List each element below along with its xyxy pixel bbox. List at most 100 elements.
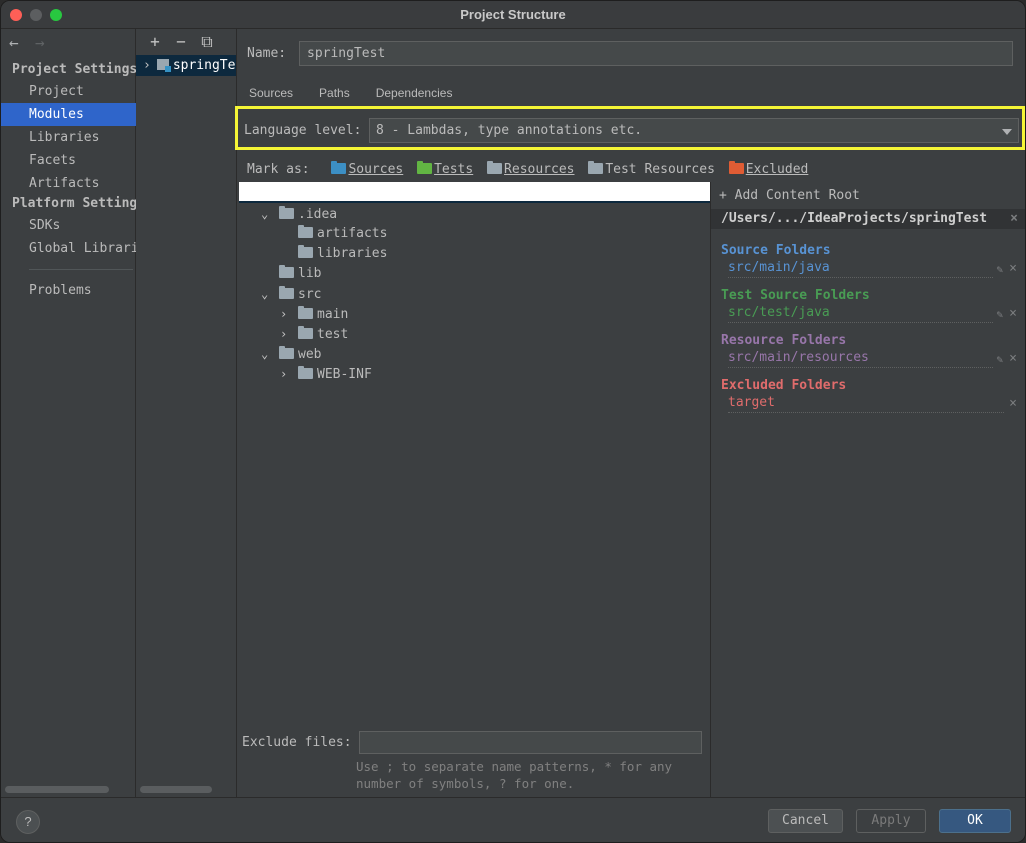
cancel-button[interactable]: Cancel xyxy=(768,809,843,833)
module-settings-panel: Name: springTest Sources Paths Dependencie… xyxy=(235,29,1025,797)
tree-node-web[interactable]: ⌄ web xyxy=(261,344,321,364)
nav-item-project[interactable]: Project xyxy=(1,80,136,103)
nav-arrows: ← → xyxy=(9,33,61,52)
edit-pencil-icon[interactable]: ✎ xyxy=(996,308,1003,321)
settings-navigation: ← → Project Settings Project Modules Libr… xyxy=(1,29,145,797)
chevron-down-icon[interactable]: ⌄ xyxy=(261,284,279,304)
folder-icon xyxy=(298,366,313,379)
test-source-folder-path: src/test/java xyxy=(728,305,993,323)
window-title: Project Structure xyxy=(460,7,566,22)
back-arrow-icon[interactable]: ← xyxy=(9,33,35,52)
folder-icon xyxy=(279,206,294,219)
sources-folder-icon xyxy=(331,161,347,174)
forward-arrow-icon[interactable]: → xyxy=(35,33,61,52)
chevron-right-icon[interactable]: › xyxy=(143,58,151,73)
chevron-down-icon[interactable]: ⌄ xyxy=(261,344,279,364)
remove-folder-icon[interactable]: × xyxy=(1009,351,1017,366)
mark-tests-button[interactable]: Tests xyxy=(417,161,473,177)
tree-root-row[interactable] xyxy=(239,182,710,203)
tree-node-web-inf[interactable]: › WEB-INF xyxy=(280,364,372,384)
module-item-label: springTest xyxy=(172,58,236,73)
remove-folder-icon[interactable]: × xyxy=(1009,396,1017,411)
tree-node-test[interactable]: › test xyxy=(280,324,348,344)
source-folder-path: src/main/java xyxy=(728,260,993,278)
chevron-right-icon[interactable]: › xyxy=(280,364,298,384)
folder-icon xyxy=(279,286,294,299)
source-folders-title: Source Folders xyxy=(721,243,831,258)
test-source-folders-title: Test Source Folders xyxy=(721,288,870,303)
tree-node-main[interactable]: › main xyxy=(280,304,348,324)
apply-button[interactable]: Apply xyxy=(856,809,926,833)
add-icon[interactable]: + xyxy=(142,32,168,51)
project-settings-header: Project Settings xyxy=(12,62,138,77)
chevron-down-icon[interactable]: ⌄ xyxy=(261,204,279,224)
tree-node-src[interactable]: ⌄ src xyxy=(261,284,321,304)
folder-icon xyxy=(279,346,294,359)
tests-folder-icon xyxy=(417,161,433,174)
content-root-path: /Users/.../IdeaProjects/springTest × xyxy=(711,209,1025,229)
plus-icon: + xyxy=(719,188,735,203)
nav-item-modules[interactable]: Modules xyxy=(1,103,136,126)
project-structure-window: Project Structure ← → Project Settings Pr… xyxy=(0,0,1026,843)
folder-icon xyxy=(298,326,313,339)
remove-root-icon[interactable]: × xyxy=(1010,209,1018,229)
edit-pencil-icon[interactable]: ✎ xyxy=(996,353,1003,366)
chevron-right-icon[interactable]: › xyxy=(280,304,298,324)
module-icon xyxy=(156,59,171,72)
chevron-down-icon xyxy=(1002,129,1012,135)
platform-settings-header: Platform Settings xyxy=(12,196,146,211)
title-bar: Project Structure xyxy=(1,1,1025,29)
excluded-folders-title: Excluded Folders xyxy=(721,378,847,393)
exclude-files-hint: Use ; to separate name patterns, * for a… xyxy=(356,759,673,791)
folder-icon xyxy=(298,225,313,238)
ok-button[interactable]: OK xyxy=(939,809,1011,833)
content-roots-panel: + Add Content Root /Users/.../IdeaProjec… xyxy=(710,182,1025,797)
mark-resources-button[interactable]: Resources xyxy=(487,161,575,177)
module-list-panel: +−⧉ › springTest xyxy=(136,29,237,797)
mark-as-label: Mark as: xyxy=(247,162,310,177)
excluded-folder-icon xyxy=(728,161,744,174)
edit-pencil-icon[interactable]: ✎ xyxy=(996,263,1003,276)
nav-horizontal-scrollbar[interactable] xyxy=(5,786,109,793)
exclude-files-input[interactable] xyxy=(359,731,702,754)
dialog-button-bar: ? Cancel Apply OK xyxy=(1,797,1025,842)
mark-excluded-button[interactable]: Excluded xyxy=(728,161,808,177)
copy-icon[interactable]: ⧉ xyxy=(194,32,220,52)
mark-sources-button[interactable]: Sources xyxy=(331,161,403,177)
folder-icon xyxy=(298,245,313,258)
resource-folders-title: Resource Folders xyxy=(721,333,847,348)
mark-as-bar: Mark as: Sources Tests Resources Test Re… xyxy=(247,161,814,177)
add-content-root-button[interactable]: + Add Content Root xyxy=(719,188,860,203)
nav-item-sdks[interactable]: SDKs xyxy=(1,214,136,237)
module-toolbar: + − ⧉ xyxy=(142,32,220,52)
nav-item-libraries[interactable]: Libraries xyxy=(1,126,136,149)
help-icon[interactable]: ? xyxy=(16,810,40,834)
language-level-dropdown[interactable]: 8 - Lambdas, type annotations etc. xyxy=(369,118,1019,143)
module-name-input[interactable]: springTest xyxy=(299,41,1013,66)
module-list-scrollbar[interactable] xyxy=(140,786,212,793)
tree-node-lib[interactable]: lib xyxy=(279,264,321,284)
module-item-springtest[interactable]: › springTest xyxy=(136,55,236,76)
resources-folder-icon xyxy=(487,161,503,174)
remove-folder-icon[interactable]: × xyxy=(1009,306,1017,321)
nav-item-global-libraries[interactable]: Global Libraries xyxy=(1,237,136,260)
content-root-tree: ⌄ .idea artifacts libraries lib ⌄ src › mai… xyxy=(237,182,710,742)
nav-item-problems[interactable]: Problems xyxy=(1,279,136,302)
tree-node-artifacts[interactable]: artifacts xyxy=(298,224,387,244)
language-level-highlight: Language level: 8 - Lambdas, type annota… xyxy=(235,106,1025,150)
remove-folder-icon[interactable]: × xyxy=(1009,261,1017,276)
name-label: Name: xyxy=(247,46,287,61)
chevron-right-icon[interactable]: › xyxy=(280,324,298,344)
nav-divider xyxy=(29,269,133,270)
exclude-files-label: Exclude files: xyxy=(242,735,352,750)
tree-node-idea[interactable]: ⌄ .idea xyxy=(261,204,337,224)
remove-icon[interactable]: − xyxy=(168,32,194,51)
mark-test-resources-button[interactable]: Test Resources xyxy=(588,161,715,177)
language-level-value: 8 - Lambdas, type annotations etc. xyxy=(376,123,643,138)
tree-node-libraries[interactable]: libraries xyxy=(298,244,387,264)
nav-item-artifacts[interactable]: Artifacts xyxy=(1,172,136,195)
resource-folder-path: src/main/resources xyxy=(728,350,993,368)
language-level-label: Language level: xyxy=(244,123,362,138)
folder-icon xyxy=(279,265,294,278)
nav-item-facets[interactable]: Facets xyxy=(1,149,136,172)
